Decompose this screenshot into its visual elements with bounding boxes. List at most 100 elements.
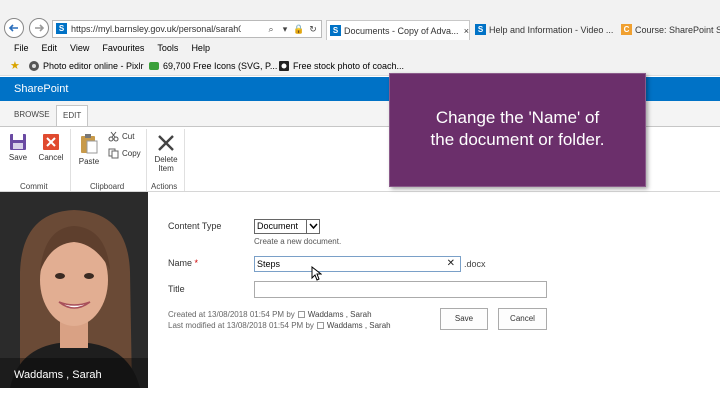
sharepoint-favicon-icon: S (56, 23, 67, 34)
ribbon-paste-button[interactable]: Paste (76, 133, 102, 166)
menu-edit[interactable]: Edit (42, 40, 58, 56)
title-input[interactable] (254, 281, 547, 298)
instruction-callout: Change the 'Name' of the document or fol… (389, 73, 646, 187)
ribbon-save-button[interactable]: Save (5, 133, 31, 162)
ribbon-separator (184, 129, 185, 191)
tab-help[interactable]: S Help and Information - Video ... (472, 20, 614, 40)
menu-file[interactable]: File (14, 40, 29, 56)
forward-arrow-icon (35, 24, 45, 32)
icons-site-icon (149, 62, 159, 70)
select-arrow (306, 220, 319, 233)
webcam-overlay: Waddams , Sarah (0, 192, 148, 388)
save-label: Save (8, 153, 28, 162)
created-by-user[interactable]: Waddams , Sarah (308, 310, 372, 319)
favourites-star-icon[interactable]: ★ (10, 59, 20, 72)
favourite-stock-photo[interactable]: Free stock photo of coach... (278, 60, 404, 72)
tab-edit[interactable]: EDIT (56, 105, 89, 127)
paste-icon (81, 134, 98, 154)
presence-icon (297, 311, 305, 318)
name-label-text: Name (168, 258, 193, 268)
tab-documents[interactable]: S Documents - Copy of Adva... × (326, 20, 470, 40)
dropdown-icon[interactable]: ▾ (279, 23, 291, 36)
cancel-icon (43, 134, 59, 150)
name-input[interactable]: Steps ✕ (254, 256, 461, 272)
lock-icon[interactable]: 🔒 (293, 23, 305, 36)
tab-browse[interactable]: BROWSE (14, 110, 50, 119)
tab-label: Course: SharePoint Site (635, 25, 720, 35)
menu-favourites[interactable]: Favourites (102, 40, 144, 56)
name-label: Name * (168, 258, 198, 268)
created-text: Created at 13/08/2018 01:54 PM (168, 310, 285, 319)
tab-label: Help and Information - Video ... (489, 25, 614, 35)
cut-label: Cut (122, 132, 135, 141)
back-button[interactable] (4, 18, 24, 38)
content-type-select[interactable]: Document (254, 219, 320, 234)
ribbon-separator (146, 129, 147, 191)
menu-view[interactable]: View (70, 40, 89, 56)
save-icon (10, 134, 26, 150)
created-info: Created at 13/08/2018 01:54 PM by Waddams… (168, 310, 372, 319)
mouse-cursor-icon (311, 266, 322, 281)
modified-by: by (305, 321, 314, 330)
camera-icon (279, 61, 289, 71)
search-icon[interactable]: ⌕ (265, 23, 277, 36)
refresh-icon[interactable]: ↻ (307, 23, 319, 36)
browser-address-bar: S https://myl.barnsley.gov.uk/personal/s… (0, 0, 720, 40)
chevron-down-icon (309, 223, 318, 230)
favourite-label: Photo editor online - Pixlr (43, 61, 144, 71)
favourite-pixlr[interactable]: Photo editor online - Pixlr (28, 60, 144, 72)
required-marker: * (194, 258, 199, 268)
menu-bar: File Edit View Favourites Tools Help (0, 40, 720, 56)
back-arrow-icon (8, 24, 18, 32)
sharepoint-favicon-icon: S (475, 24, 486, 35)
clear-icon[interactable]: ✕ (447, 257, 455, 271)
callout-line-1: Change the 'Name' of (435, 108, 600, 127)
tab-course[interactable]: C Course: SharePoint Site (618, 20, 720, 40)
modified-info: Last modified at 13/08/2018 01:54 PM by W… (168, 321, 391, 330)
content-type-label: Content Type (168, 221, 222, 231)
copy-label: Copy (122, 149, 141, 158)
presenter-photo (0, 192, 148, 388)
url-field[interactable]: S https://myl.barnsley.gov.uk/personal/s… (52, 20, 322, 38)
ribbon-cancel-button[interactable]: Cancel (36, 133, 66, 162)
cancel-label: Cancel (38, 153, 64, 162)
menu-help[interactable]: Help (191, 40, 210, 56)
presenter-name: Waddams , Sarah (14, 369, 102, 381)
forward-button[interactable] (29, 18, 49, 38)
modified-by-user[interactable]: Waddams , Sarah (327, 321, 391, 330)
paste-label: Paste (78, 157, 100, 166)
delete-label: Delete Item (154, 155, 178, 173)
pixlr-icon (29, 61, 39, 71)
group-label-clipboard: Clipboard (90, 182, 125, 191)
close-icon[interactable]: × (464, 21, 469, 40)
title-label: Title (168, 284, 185, 294)
modified-text: Last modified at 13/08/2018 01:54 PM (168, 321, 304, 330)
group-label-commit: Commit (20, 182, 48, 191)
created-by: by (286, 310, 295, 319)
url-text: https://myl.barnsley.gov.uk/personal/sar… (71, 24, 241, 34)
sharepoint-favicon-icon: S (330, 25, 341, 36)
callout-line-2: the document or folder. (430, 130, 605, 149)
menu-tools[interactable]: Tools (157, 40, 178, 56)
ribbon-separator (70, 129, 71, 191)
delete-icon (158, 135, 174, 151)
favourite-label: Free stock photo of coach... (293, 61, 405, 71)
favourite-icons[interactable]: 69,700 Free Icons (SVG, P... (148, 60, 277, 72)
ribbon-cut-button[interactable]: Cut (108, 131, 134, 142)
cancel-button[interactable]: Cancel (498, 308, 547, 330)
name-value: Steps (257, 259, 281, 269)
presence-icon (316, 322, 324, 329)
group-label-actions: Actions (151, 182, 178, 191)
ribbon-copy-button[interactable]: Copy (108, 148, 141, 159)
copy-icon (108, 148, 119, 159)
ribbon-delete-item-button[interactable]: Delete Item (150, 133, 182, 173)
tab-label: Documents - Copy of Adva... (344, 26, 459, 36)
course-favicon-icon: C (621, 24, 632, 35)
content-type-value: Document (257, 221, 299, 231)
save-button[interactable]: Save (440, 308, 488, 330)
scissors-icon (108, 131, 119, 142)
content-type-hint: Create a new document. (254, 237, 342, 246)
sharepoint-brand[interactable]: SharePoint (14, 83, 68, 95)
favourite-label: 69,700 Free Icons (SVG, P... (163, 61, 278, 71)
file-extension: .docx (464, 259, 486, 269)
